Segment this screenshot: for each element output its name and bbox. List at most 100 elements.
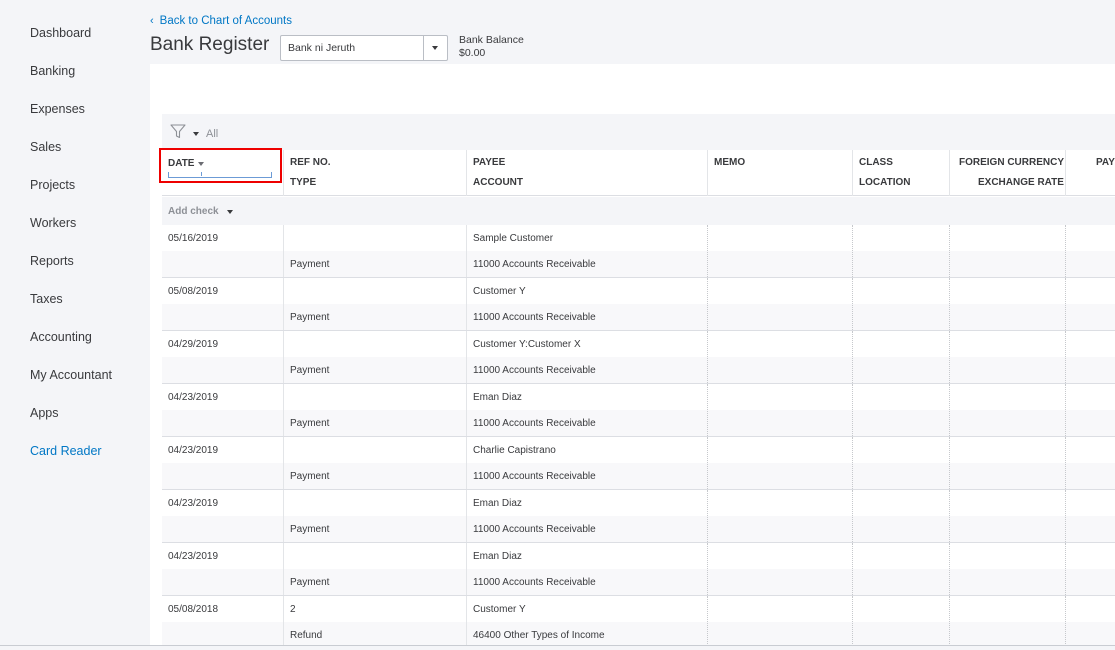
col-divider [466, 225, 467, 277]
col-divider [852, 384, 853, 436]
col-divider [852, 331, 853, 383]
date-column-header[interactable]: DATE [168, 157, 272, 179]
table-row[interactable]: 04/29/2019 Payment Customer Y:Customer X 11… [162, 331, 1115, 384]
col-divider [466, 543, 467, 595]
filter-bar: All [162, 114, 1115, 150]
col-divider [466, 384, 467, 436]
col-divider [283, 543, 284, 595]
foreign-currency-header[interactable]: FOREIGN CURRENCY [959, 157, 1064, 168]
col-divider [949, 150, 950, 196]
col-divider [466, 596, 467, 648]
col-divider [1065, 543, 1066, 595]
col-divider [1065, 384, 1066, 436]
row-line-1 [162, 331, 1115, 357]
sidebar-item-taxes[interactable]: Taxes [0, 291, 150, 329]
sidebar-item-card-reader[interactable]: Card Reader [0, 443, 150, 481]
col-divider [1065, 278, 1066, 330]
account-header[interactable]: ACCOUNT [473, 177, 523, 188]
row-type: Payment [290, 259, 330, 270]
col-divider [852, 225, 853, 277]
col-divider [949, 596, 950, 648]
exchange-rate-header[interactable]: EXCHANGE RATE [978, 177, 1064, 188]
add-check-row[interactable]: Add check [162, 197, 1115, 225]
account-select-toggle[interactable] [423, 36, 447, 60]
bank-balance-value: $0.00 [459, 47, 486, 59]
table-row[interactable]: 05/08/2018 2 Refund Customer Y 46400 Other T… [162, 596, 1115, 649]
payee-header[interactable]: PAYEE [473, 157, 505, 168]
sidebar-item-apps[interactable]: Apps [0, 405, 150, 443]
caret-down-icon[interactable] [227, 210, 233, 214]
type-header[interactable]: TYPE [290, 177, 316, 188]
row-date: 05/08/2018 [168, 604, 219, 615]
table-row[interactable]: 04/23/2019 Payment Eman Diaz 11000 Accounts… [162, 490, 1115, 543]
sidebar-item-banking[interactable]: Banking [0, 63, 150, 101]
filter-label[interactable]: All [206, 128, 218, 140]
chevron-left-icon: ‹ [150, 15, 154, 27]
account-select[interactable]: Bank ni Jeruth [280, 35, 448, 61]
ref-no-header[interactable]: REF NO. [290, 157, 331, 168]
table-row[interactable]: 05/08/2019 Payment Customer Y 11000 Account… [162, 278, 1115, 331]
sidebar-item-accounting[interactable]: Accounting [0, 329, 150, 367]
col-divider [707, 150, 708, 196]
location-header[interactable]: LOCATION [859, 177, 910, 188]
col-divider [852, 150, 853, 196]
sidebar-item-sales[interactable]: Sales [0, 139, 150, 177]
col-divider [949, 543, 950, 595]
caret-down-icon[interactable] [193, 132, 199, 136]
row-payee: Charlie Capistrano [473, 445, 556, 456]
row-payee: Customer Y [473, 286, 526, 297]
funnel-icon[interactable] [170, 124, 186, 139]
row-line-1 [162, 596, 1115, 622]
resize-tick [201, 172, 202, 176]
col-divider [707, 331, 708, 383]
sidebar-item-expenses[interactable]: Expenses [0, 101, 150, 139]
col-divider [1065, 437, 1066, 489]
sidebar-item-projects[interactable]: Projects [0, 177, 150, 215]
col-divider [707, 278, 708, 330]
class-header[interactable]: CLASS [859, 157, 893, 168]
transaction-list: 05/16/2019 Payment Sample Customer 11000 Ac… [162, 225, 1115, 649]
bank-balance: Bank Balance $0.00 [459, 34, 524, 60]
row-account: 11000 Accounts Receivable [473, 259, 596, 270]
col-divider [1065, 331, 1066, 383]
sidebar-item-workers[interactable]: Workers [0, 215, 150, 253]
row-payee: Sample Customer [473, 233, 554, 244]
col-divider [283, 596, 284, 648]
col-divider [283, 278, 284, 330]
col-divider [852, 596, 853, 648]
row-date: 04/23/2019 [168, 551, 219, 562]
row-account: 11000 Accounts Receivable [473, 577, 596, 588]
table-row[interactable]: 05/16/2019 Payment Sample Customer 11000 Ac… [162, 225, 1115, 278]
col-divider [1065, 225, 1066, 277]
page-header: ‹ Back to Chart of Accounts Bank Register… [150, 0, 1115, 64]
row-account: 11000 Accounts Receivable [473, 524, 596, 535]
sort-caret-icon[interactable] [198, 161, 204, 166]
row-type: Payment [290, 524, 330, 535]
sidebar-item-my-accountant[interactable]: My Accountant [0, 367, 150, 405]
memo-header[interactable]: MEMO [714, 157, 745, 168]
panel-spacer [150, 64, 1115, 114]
table-row[interactable]: 04/23/2019 Payment Eman Diaz 11000 Accounts… [162, 543, 1115, 596]
row-date: 04/23/2019 [168, 392, 219, 403]
table-row[interactable]: 04/23/2019 Payment Charlie Capistrano 11000… [162, 437, 1115, 490]
table-row[interactable]: 04/23/2019 Payment Eman Diaz 11000 Accounts… [162, 384, 1115, 437]
row-date: 04/23/2019 [168, 498, 219, 509]
back-link-label: Back to Chart of Accounts [159, 15, 292, 27]
row-payee: Customer Y:Customer X [473, 339, 581, 350]
add-check-label[interactable]: Add check [168, 206, 219, 217]
col-divider [283, 150, 284, 196]
col-divider [466, 490, 467, 542]
register-table: DATE REF NO. TYPE PAYEE ACCOUNT MEMO CLA… [162, 150, 1115, 650]
row-payee: Eman Diaz [473, 551, 522, 562]
col-divider [1065, 150, 1066, 196]
sidebar-item-reports[interactable]: Reports [0, 253, 150, 291]
row-type: Payment [290, 365, 330, 376]
payment-header[interactable]: PAY [1096, 157, 1115, 168]
sidebar-item-dashboard[interactable]: Dashboard [0, 25, 150, 63]
row-line-1 [162, 384, 1115, 410]
col-divider [283, 225, 284, 277]
row-account: 46400 Other Types of Income [473, 630, 605, 641]
back-to-chart-of-accounts-link[interactable]: ‹ Back to Chart of Accounts [150, 15, 292, 27]
col-divider [707, 384, 708, 436]
column-resize-handle[interactable] [168, 172, 272, 178]
